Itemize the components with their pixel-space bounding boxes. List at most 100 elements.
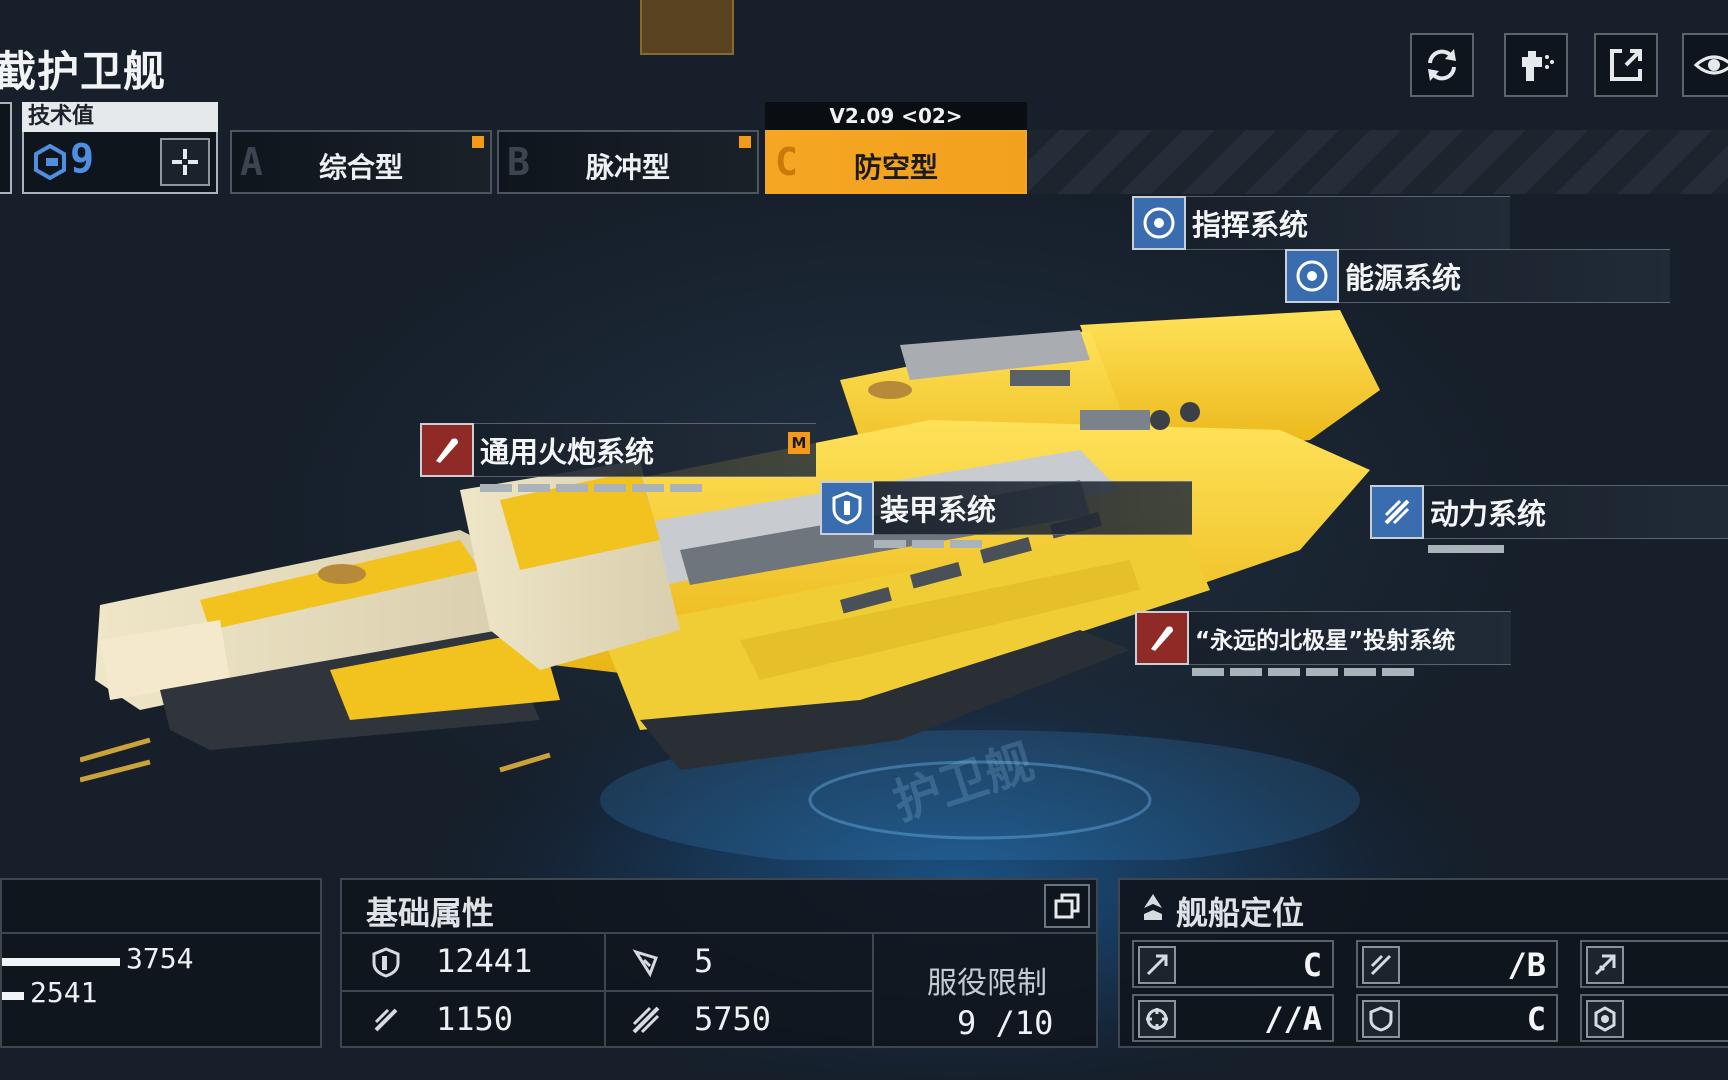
- slot-bar: [1268, 668, 1300, 676]
- armor-badge: [820, 481, 874, 535]
- tab-variant-b[interactable]: B 脉冲型: [497, 130, 759, 194]
- new-indicator: [739, 136, 751, 148]
- slot-bar: [480, 484, 512, 492]
- system-label: 装甲系统: [880, 493, 997, 527]
- tab-label: 防空型: [853, 151, 938, 184]
- ship-title: 截护卫舰: [0, 47, 167, 96]
- tech-gear-icon: [34, 144, 66, 180]
- role-siege: [1580, 940, 1728, 988]
- new-indicator: [472, 136, 484, 148]
- target-circle-icon: [1296, 260, 1328, 292]
- role-ship-icon: [1144, 894, 1162, 920]
- slot-bar: [1230, 668, 1262, 676]
- power-badge: [1370, 485, 1424, 539]
- copy-icon: [1054, 893, 1080, 919]
- role-attack: C: [1132, 940, 1334, 988]
- share-icon: [1610, 49, 1642, 81]
- ship-role-panel: 舰船定位 C /B //A C: [1118, 878, 1728, 1048]
- paint-spray-icon: [1522, 51, 1554, 81]
- system-label: 指挥系统: [1192, 208, 1309, 242]
- siege-icon: [1586, 946, 1624, 984]
- refresh-button[interactable]: [1410, 33, 1474, 97]
- tab-label: 综合型: [318, 151, 403, 184]
- launch-slots: [1192, 668, 1414, 676]
- ship-model[interactable]: 护卫舰: [80, 300, 1400, 860]
- version-label: V2.09 <02>: [765, 102, 1027, 130]
- slot-bar: [632, 484, 664, 492]
- combat-stats-panel: 3754 2541: [0, 878, 322, 1048]
- stat-bar-value: 3754: [126, 942, 194, 975]
- slot-bar: [874, 540, 906, 548]
- energy-badge: [1285, 249, 1339, 303]
- slot-bar: [1306, 668, 1338, 676]
- tab-variant-c[interactable]: C 防空型: [765, 130, 1027, 194]
- tech-body: 9: [22, 132, 218, 194]
- tech-label: 技术值: [22, 102, 218, 132]
- system-cannon[interactable]: 通用火炮系统 M: [420, 423, 816, 477]
- expand-button[interactable]: [1044, 884, 1090, 928]
- panel-title: 舰船定位: [1176, 894, 1305, 932]
- system-label: 通用火炮系统: [480, 435, 655, 469]
- target-circle-icon: [1143, 207, 1175, 239]
- command-badge: [1132, 196, 1186, 250]
- slot-bar: [518, 484, 550, 492]
- shield-icon: [1362, 1000, 1400, 1038]
- system-launch[interactable]: “永远的北极星”投射系统: [1135, 611, 1511, 665]
- warp-speed-icon: [632, 1006, 660, 1034]
- system-label: 动力系统: [1430, 497, 1547, 531]
- system-command[interactable]: 指挥系统: [1132, 196, 1510, 250]
- evasion-icon: [632, 949, 658, 978]
- speed-icon: [374, 1008, 398, 1032]
- tech-value: 9: [70, 136, 95, 182]
- top-notch: [640, 0, 734, 55]
- role-grade: //A: [1264, 1000, 1322, 1038]
- tab-variant-a[interactable]: A 综合型: [230, 130, 492, 194]
- speed-value: 1150: [436, 1000, 514, 1038]
- role-grade: C: [1526, 1000, 1546, 1038]
- role-target: //A: [1132, 994, 1334, 1042]
- tab-label: 脉冲型: [585, 151, 670, 184]
- system-armor[interactable]: 装甲系统: [820, 481, 1192, 535]
- attack-icon: [1138, 946, 1176, 984]
- power-slots: [1428, 545, 1504, 553]
- panel-header: 舰船定位: [1120, 880, 1728, 934]
- paint-button[interactable]: [1504, 33, 1568, 97]
- stat-bar-1: [2, 958, 120, 966]
- thruster-icon: [1384, 499, 1410, 525]
- system-energy[interactable]: 能源系统: [1285, 249, 1670, 303]
- panel-header: [2, 880, 320, 934]
- slot-bar: [556, 484, 588, 492]
- panel-header: 基础属性: [342, 880, 1096, 934]
- slot-bar: [950, 540, 982, 548]
- share-button[interactable]: [1594, 33, 1658, 97]
- prev-panel-edge: [0, 102, 12, 194]
- slot-bar: [1382, 668, 1414, 676]
- anti-air-icon: [1362, 946, 1400, 984]
- panel-title: 基础属性: [366, 894, 495, 932]
- divider: [342, 990, 872, 992]
- role-grade: /B: [1507, 946, 1546, 984]
- slot-bar: [912, 540, 944, 548]
- cannon-badge: [420, 423, 474, 477]
- slot-bar: [594, 484, 626, 492]
- view-icon: [1693, 55, 1728, 75]
- hp-value: 12441: [436, 942, 533, 980]
- crosshair-plus-icon: [172, 149, 198, 175]
- armor-slots: [874, 540, 982, 548]
- role-anti-air: /B: [1356, 940, 1558, 988]
- evasion-value: 5: [694, 942, 714, 980]
- slot-bar: [670, 484, 702, 492]
- base-attributes-panel: 基础属性 12441 5 1150 5750 服役限制 9 /10: [340, 878, 1098, 1048]
- system-power[interactable]: 动力系统: [1370, 485, 1728, 539]
- role-grade: C: [1302, 946, 1322, 984]
- service-limit-label: 服役限制: [927, 966, 1047, 1001]
- refresh-icon: [1428, 49, 1456, 81]
- role-support: [1580, 994, 1728, 1042]
- support-gear-icon: [1586, 1000, 1624, 1038]
- header-stripe: [1028, 130, 1728, 194]
- stat-bar-2: [2, 992, 24, 1000]
- stat-bar-value: 2541: [30, 976, 98, 1009]
- system-label: “永远的北极星”投射系统: [1195, 628, 1456, 654]
- view-button[interactable]: [1682, 33, 1728, 97]
- tech-upgrade-button[interactable]: [160, 138, 210, 186]
